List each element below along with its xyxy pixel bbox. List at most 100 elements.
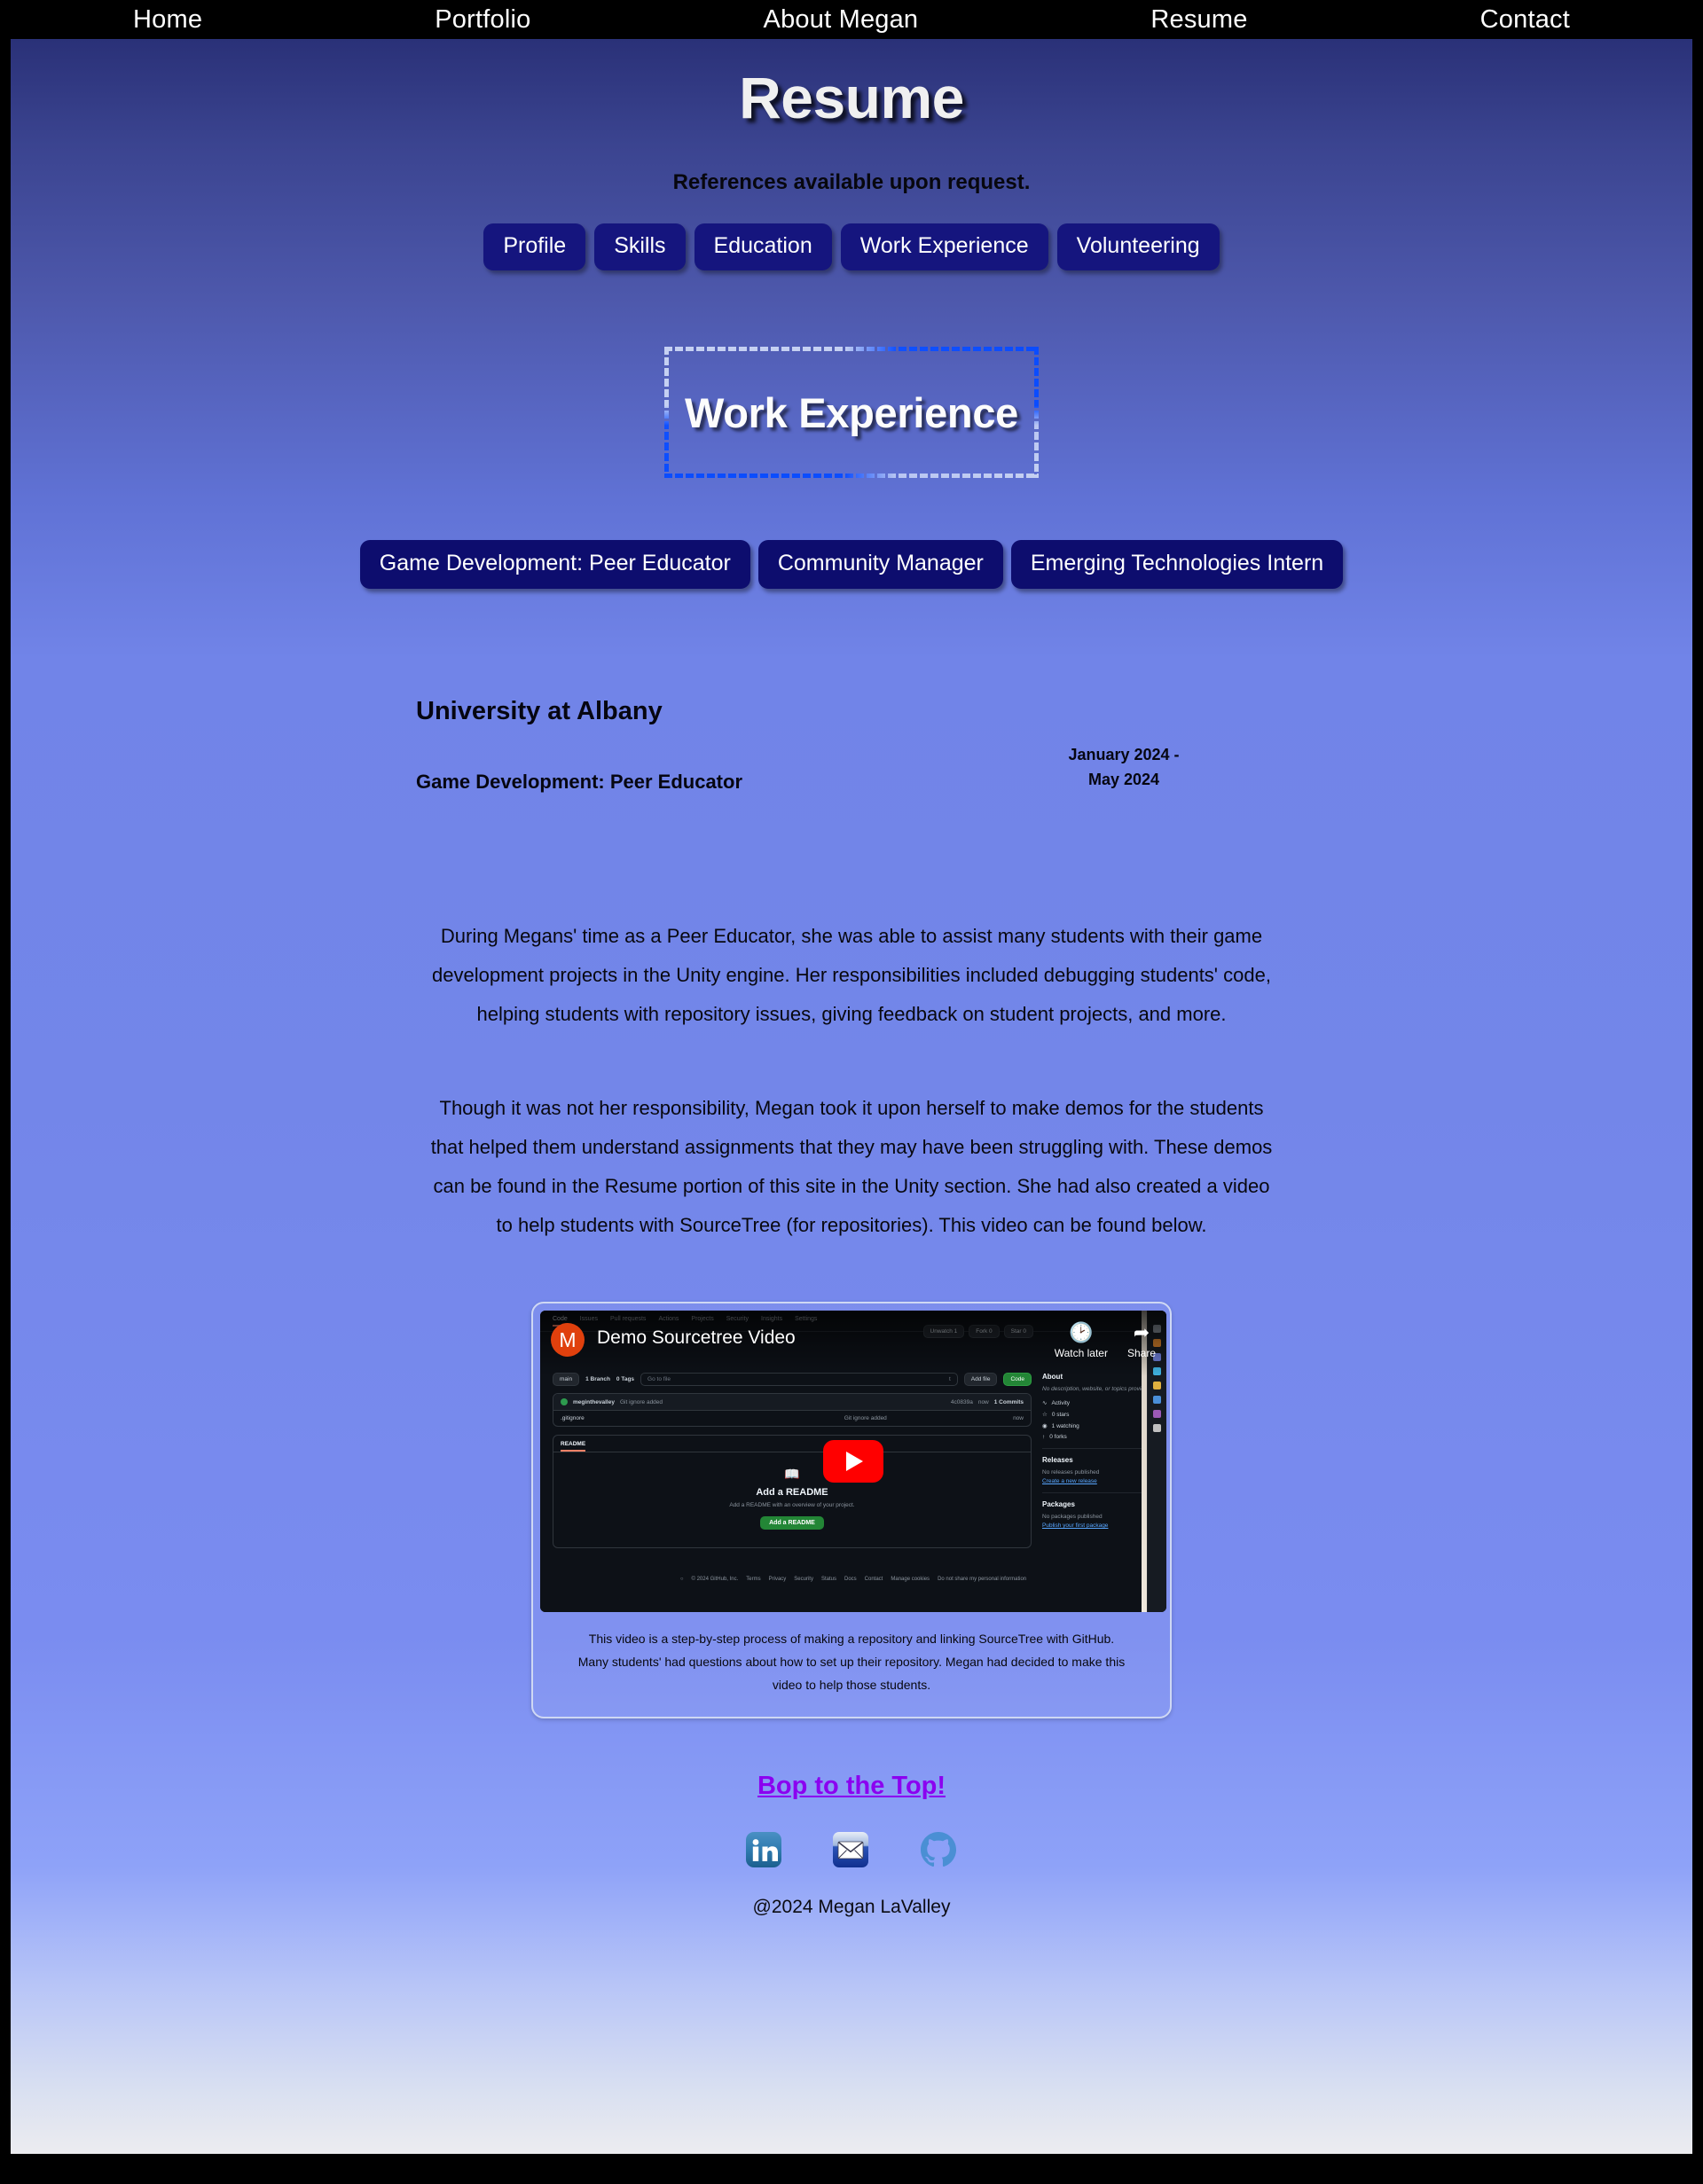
github-icon[interactable] [919, 1830, 958, 1874]
clock-icon: 🕑 [1069, 1321, 1094, 1343]
video-card: Code Issues Pull requests Actions Projec… [531, 1302, 1172, 1718]
book-icon: 📖 [784, 1467, 800, 1481]
youtube-top-bar: M Demo Sourcetree Video 🕑 Watch later ➦ … [540, 1311, 1166, 1376]
page-subtitle: References available upon request. [672, 170, 1031, 194]
github-footer-terms: Terms [746, 1577, 761, 1582]
github-file-column: main 1 Branch 0 Tags Go to file t Add fi… [553, 1373, 1032, 1548]
github-footer: ○ © 2024 GitHub, Inc. Terms Privacy Secu… [540, 1577, 1166, 1582]
github-footer-copyright: © 2024 GitHub, Inc. [691, 1577, 739, 1582]
email-icon[interactable] [832, 1831, 869, 1873]
github-commit-hash: 4c0839a [950, 1398, 973, 1405]
sidebar-icon-5 [1153, 1382, 1161, 1389]
github-releases-text: No releases published [1042, 1469, 1100, 1476]
eye-icon: ◉ [1042, 1423, 1048, 1429]
github-packages-heading: Packages [1042, 1500, 1075, 1508]
job-date-end: May 2024 [1087, 770, 1160, 788]
section-button-volunteering[interactable]: Volunteering [1056, 223, 1220, 270]
job-date-start: January 2024 - [1068, 746, 1180, 763]
fork-icon: ↑ [1042, 1434, 1046, 1440]
nav-about-megan[interactable]: About Megan [764, 5, 919, 35]
video-caption: This video is a step-by-step process of … [577, 1632, 1126, 1692]
nav-portfolio[interactable]: Portfolio [435, 5, 530, 35]
github-search-placeholder: Go to file [647, 1376, 671, 1382]
share-label: Share [1126, 1347, 1156, 1359]
github-releases-heading: Releases [1042, 1456, 1073, 1464]
github-stat-stars: ☆ 0 stars [1042, 1411, 1070, 1419]
heading-border-right [1034, 347, 1039, 478]
github-footer-privacy-choice: Do not share my personal information [938, 1577, 1027, 1582]
sidebar-icon-8 [1153, 1424, 1161, 1432]
nav-home[interactable]: Home [133, 5, 202, 35]
github-readme-body: 📖 Add a README Add a README with an over… [553, 1452, 1031, 1547]
github-file-row: .gitignore Git ignore added now [553, 1411, 1031, 1426]
github-search-shortcut: t [948, 1376, 951, 1382]
youtube-actions: 🕑 Watch later ➦ Share [1055, 1321, 1156, 1359]
github-commit-count: 1 Commits [993, 1398, 1024, 1405]
section-button-work-experience[interactable]: Work Experience [840, 223, 1048, 270]
github-publish-package-link: Publish your first package [1042, 1523, 1109, 1529]
github-branch-count: 1 Branch [585, 1376, 610, 1382]
nav-contact[interactable]: Contact [1480, 5, 1570, 35]
github-footer-security: Security [794, 1577, 813, 1582]
top-navigation-bar: Home Portfolio About Megan Resume Contac… [0, 0, 1703, 39]
github-file-time: now [1013, 1415, 1024, 1421]
nav-resume[interactable]: Resume [1150, 5, 1247, 35]
job-tab-emerging-tech-intern[interactable]: Emerging Technologies Intern [1010, 540, 1344, 589]
github-latest-commit-row: meginthevalley Git ignore added 4c0839a … [553, 1394, 1031, 1411]
sidebar-divider-1 [1042, 1448, 1154, 1449]
github-readme-subtext: Add a README with an overview of your pr… [729, 1502, 855, 1508]
sidebar-divider-2 [1042, 1492, 1154, 1493]
video-card-container: Code Issues Pull requests Actions Projec… [11, 1302, 1692, 1718]
youtube-play-button[interactable] [823, 1440, 883, 1483]
star-icon: ☆ [1042, 1412, 1048, 1418]
github-file-name: .gitignore [561, 1415, 585, 1421]
page-content: Resume References available upon request… [11, 39, 1692, 2154]
share-arrow-icon: ➦ [1133, 1321, 1150, 1343]
heading-border-bottom [664, 474, 1039, 478]
back-to-top-link[interactable]: Bop to the Top! [757, 1772, 946, 1800]
section-heading-text: Work Experience [684, 388, 1019, 436]
github-footer-docs: Docs [844, 1577, 857, 1582]
linkedin-icon[interactable] [745, 1831, 782, 1873]
sidebar-icon-7 [1153, 1410, 1161, 1418]
github-stat-forks: ↑ 0 forks [1042, 1434, 1067, 1440]
github-readme-tab: README [553, 1436, 1031, 1452]
youtube-video-embed[interactable]: Code Issues Pull requests Actions Projec… [540, 1311, 1166, 1612]
github-footer-status: Status [820, 1577, 836, 1582]
github-footer-contact: Contact [864, 1577, 883, 1582]
github-footer-privacy: Privacy [768, 1577, 787, 1582]
job-tab-peer-educator[interactable]: Game Development: Peer Educator [359, 540, 750, 589]
section-button-profile[interactable]: Profile [483, 223, 586, 270]
github-file-message: Git ignore added [844, 1415, 887, 1421]
job-tabs: Game Development: Peer Educator Communit… [11, 540, 1692, 589]
heading-border-top [664, 347, 1039, 351]
youtube-channel-avatar[interactable]: M [551, 1323, 585, 1357]
section-button-education[interactable]: Education [694, 223, 832, 270]
social-links [11, 1830, 1692, 1874]
page-title: Resume [739, 65, 964, 130]
github-packages-text: No packages published [1042, 1514, 1103, 1520]
github-readme-heading: Add a README [756, 1487, 828, 1498]
watch-later-button[interactable]: 🕑 Watch later [1055, 1321, 1108, 1359]
github-mark-icon: ○ [679, 1577, 684, 1582]
watch-later-label: Watch later [1054, 1347, 1108, 1359]
job-description-paragraph-1: During Megans' time as a Peer Educator, … [432, 925, 1271, 1025]
job-role-title: Game Development: Peer Educator [416, 771, 743, 793]
youtube-video-title[interactable]: Demo Sourcetree Video [597, 1327, 1055, 1349]
share-button[interactable]: ➦ Share [1127, 1321, 1156, 1359]
github-sidebar: About No description, website, or topics… [1042, 1373, 1154, 1548]
github-readme-panel: README 📖 Add a README Add a README with … [553, 1435, 1032, 1548]
github-commit-message: Git ignore added [619, 1398, 663, 1405]
github-author-avatar [561, 1398, 568, 1405]
job-dates: January 2024 - May 2024 [1044, 743, 1204, 793]
github-footer-cookies: Manage cookies [891, 1577, 930, 1582]
github-tag-count: 0 Tags [616, 1376, 635, 1382]
job-tab-community-manager[interactable]: Community Manager [757, 540, 1003, 589]
github-create-release-link: Create a new release [1042, 1478, 1097, 1484]
job-card-body: University at Albany Game Development: P… [416, 697, 1358, 851]
section-button-skills[interactable]: Skills [594, 223, 686, 270]
copyright-text: @2024 Megan LaValley [752, 1896, 951, 1917]
back-to-top-container: Bop to the Top! [11, 1772, 1692, 1801]
activity-icon: ∿ [1042, 1400, 1048, 1406]
github-commit-author: meginthevalley [573, 1398, 615, 1405]
